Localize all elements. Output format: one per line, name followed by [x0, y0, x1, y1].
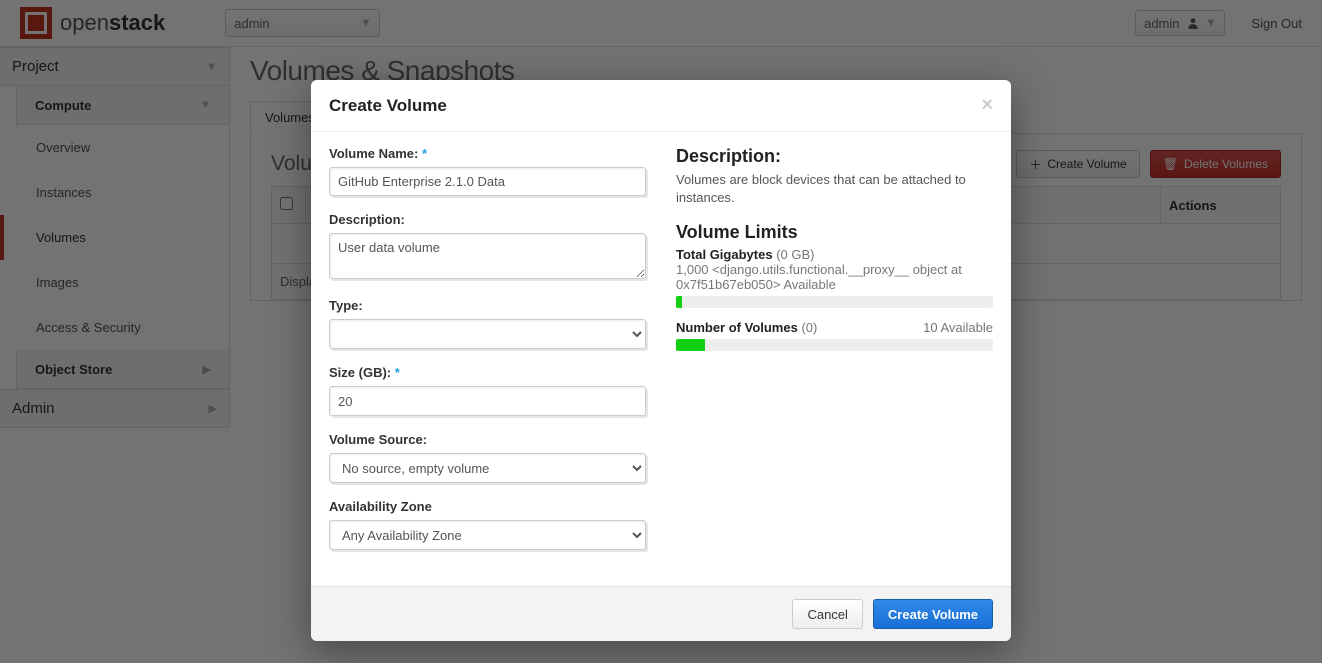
volume-name-input[interactable]: [329, 167, 646, 196]
modal-title: Create Volume: [329, 96, 447, 116]
form-column: Volume Name: * Description: User data vo…: [329, 146, 646, 566]
volume-source-select[interactable]: No source, empty volume: [329, 453, 646, 483]
required-mark: *: [395, 365, 400, 380]
size-input[interactable]: [329, 386, 646, 416]
modal-footer: Cancel Create Volume: [311, 586, 1011, 641]
type-select[interactable]: [329, 319, 646, 349]
availability-zone-select[interactable]: Any Availability Zone: [329, 520, 646, 550]
info-description-heading: Description:: [676, 146, 993, 167]
limit-number-volumes-fill: [676, 339, 705, 351]
info-column: Description: Volumes are block devices t…: [676, 146, 993, 566]
cancel-button[interactable]: Cancel: [792, 599, 862, 629]
modal-body: Volume Name: * Description: User data vo…: [311, 132, 1011, 586]
volume-limits-heading: Volume Limits: [676, 222, 993, 243]
limit-total-gigabytes: Total Gigabytes (0 GB): [676, 247, 993, 262]
limit-total-gigabytes-fill: [676, 296, 682, 308]
required-mark: *: [422, 146, 427, 161]
close-icon[interactable]: ×: [981, 94, 993, 117]
field-size: Size (GB): *: [329, 365, 646, 416]
limit-total-gigabytes-available: 1,000 <django.utils.functional.__proxy__…: [676, 262, 993, 292]
limit-number-volumes-available: 10 Available: [923, 320, 993, 335]
description-textarea[interactable]: User data volume: [329, 233, 646, 279]
field-type: Type:: [329, 298, 646, 349]
field-volume-name: Volume Name: *: [329, 146, 646, 196]
field-description: Description: User data volume: [329, 212, 646, 282]
field-availability-zone: Availability Zone Any Availability Zone: [329, 499, 646, 550]
limit-total-gigabytes-bar: [676, 296, 993, 308]
limit-number-volumes-bar: [676, 339, 993, 351]
limit-number-volumes: Number of Volumes (0) 10 Available: [676, 320, 993, 335]
info-description-text: Volumes are block devices that can be at…: [676, 171, 993, 206]
modal-header: Create Volume ×: [311, 80, 1011, 132]
create-volume-submit-button[interactable]: Create Volume: [873, 599, 993, 629]
create-volume-modal: Create Volume × Volume Name: * Descripti…: [311, 80, 1011, 641]
field-volume-source: Volume Source: No source, empty volume: [329, 432, 646, 483]
